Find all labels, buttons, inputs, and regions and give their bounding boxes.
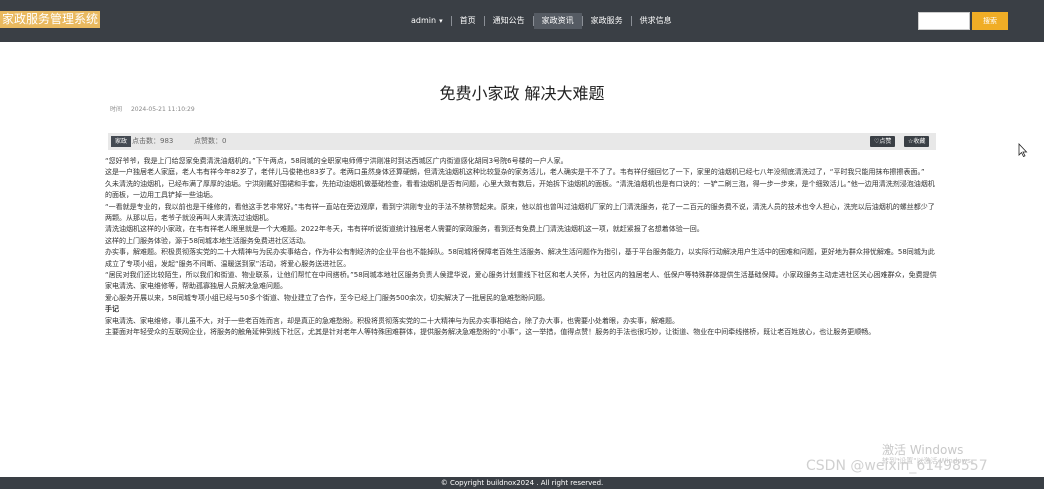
article-paragraph: 家电清洗、家电维修，事儿虽不大，对于一些老百姓而言，却是真正的急难愁盼。积极将贯… [105,316,679,325]
time-value: 2024-05-21 11:10:29 [130,106,195,113]
article-title: 免费小家政 解决大难题 [439,84,605,103]
time-label: 时间 [110,106,123,113]
article-paragraph: 爱心服务开展以来，58同城专项小组已经与50多个街道、物业建立了合作，至今已经上… [105,293,550,302]
article-time: 时间 2024-05-21 11:10:29 [110,104,195,113]
click-count: 点击数：983 [132,137,174,145]
nav-item-services[interactable]: 家政服务 [583,13,631,29]
nav-item-notices[interactable]: 通知公告 [485,13,533,29]
article-paragraph: 这是一户独居老人家庭，老人韦有祥今年82岁了，老伴儿马俊艳也83岁了。老两口虽然… [105,168,925,177]
article-content: “您好爷爷，我是上门给您家免费清洗油烟机的。”下午两点，58同城的全职家电师傅宁… [105,156,940,339]
mouse-cursor-icon [1018,143,1028,157]
article-paragraph: 办实事，解难题。积极贯彻落实党的二十大精神与为民办实事结合，作为非公有制经济的企… [105,248,935,268]
article-paragraph: “一看就是专业的，我以前也是干维修的，看他这手艺非常好。”韦有祥一直站在旁边观摩… [105,202,935,223]
article-info-bar: 家政 点击数：983 点赞数：0 ♡点赞 ☆收藏 [108,133,936,150]
like-button[interactable]: ♡点赞 [870,136,896,147]
page-footer: © Copyright buildnox2024 . All right res… [0,477,1044,489]
like-count: 点赞数：0 [194,137,227,145]
nav-item-news[interactable]: 家政资讯 [533,13,582,29]
nav-item-home[interactable]: 首页 [452,13,484,29]
csdn-watermark: CSDN @weixin_61498557 [806,458,988,474]
favorite-button[interactable]: ☆收藏 [904,136,930,147]
user-menu[interactable]: admin ▾ [403,13,451,29]
article-paragraph: 主要面对年轻受众的互联网企业，将服务的触角延伸到线下社区，尤其是针对老年人等特殊… [105,328,876,337]
article-paragraph: 清洗油烟机这样的小家政，在韦有祥老人眼里就是一个大难题。2022年冬天，韦有祥听… [105,225,704,234]
copyright-text: © Copyright buildnox2024 . All right res… [440,479,604,487]
chevron-down-icon: ▾ [439,17,443,25]
site-brand[interactable]: 家政服务管理系统 [0,11,101,28]
article-paragraph: “居民对我们还比较陌生，所以我们和街道、物业联系，让他们帮忙在中间搭桥。”58同… [105,271,937,291]
article-paragraph: “您好爷爷，我是上门给您家免费清洗油烟机的。”下午两点，58同城的全职家电师傅宁… [105,157,568,165]
main-nav: admin ▾ 首页 通知公告 家政资讯 家政服务 供求信息 [403,13,680,29]
article-paragraph: 这样的上门服务体验，源于58同城本地生活服务免费进社区活动。 [105,236,310,245]
user-menu-label: admin [411,16,437,25]
nav-item-supply-demand[interactable]: 供求信息 [632,13,680,29]
search-input[interactable] [918,12,970,30]
search-button[interactable]: 搜索 [972,12,1008,30]
article-paragraph: 久未清洗的油烟机，已经布满了厚厚的油垢。宁洪刚戴好围裙和手套，先拍动油烟机做基础… [105,179,935,200]
top-navbar: 家政服务管理系统 admin ▾ 首页 通知公告 家政资讯 家政服务 供求信息 搜… [0,0,1044,42]
category-tag[interactable]: 家政 [111,136,132,147]
article-subheading: 手记 [105,305,119,314]
